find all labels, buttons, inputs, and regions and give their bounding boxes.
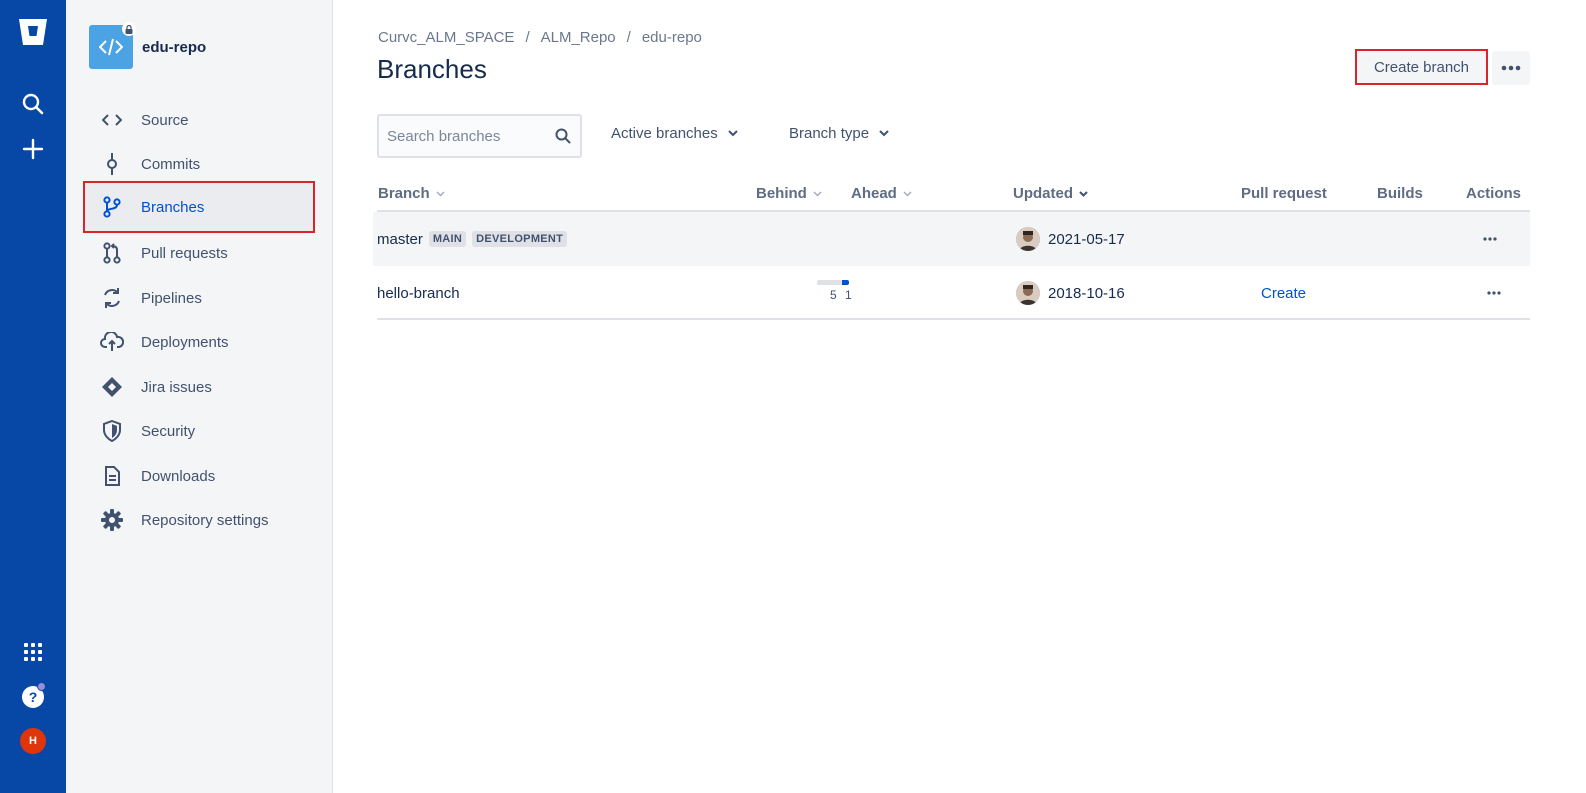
avatar [1016,227,1040,251]
sort-icon [436,190,445,197]
main-content: Curvc_ALM_SPACE / ALM_Repo / edu-repo Br… [333,0,1586,793]
pull-request-icon [100,241,124,265]
branch-name[interactable]: hello-branch [377,285,460,302]
ahead-behind-indicator: 5 1 [817,280,853,304]
sidebar-item-repository-settings[interactable]: Repository settings [83,494,315,546]
sidebar-item-label: Branches [141,198,205,216]
shield-icon [100,419,124,443]
sidebar-item-label: Pull requests [141,244,228,262]
jira-icon [100,375,124,399]
code-icon [100,108,124,132]
column-header-actions: Actions [1466,185,1522,202]
create-pull-request-link[interactable]: Create [1261,266,1306,320]
column-header-pull-request: Pull request [1241,185,1327,202]
search-branches-field [377,114,582,158]
chevron-down-icon [879,130,889,137]
ahead-count: 1 [845,288,852,302]
more-icon [1501,65,1521,71]
updated-cell: 2018-10-16 [1016,266,1125,320]
sort-icon [903,190,912,197]
sidebar-item-label: Repository settings [141,511,269,529]
sidebar-item-label: Security [141,422,196,440]
table-row[interactable]: hello-branch 5 1 2018-10-16 Create [377,266,1530,320]
breadcrumb-workspace[interactable]: Curvc_ALM_SPACE [378,29,514,46]
svg-text:?: ? [29,689,38,705]
sidebar: edu-repo Source Commits Branches Pull re… [66,0,333,793]
sidebar-item-label: Jira issues [141,378,212,396]
help-icon[interactable]: ? [13,677,53,717]
breadcrumb: Curvc_ALM_SPACE / ALM_Repo / edu-repo [378,29,702,46]
notification-dot [37,682,46,691]
sidebar-item-label: Pipelines [141,289,202,307]
branch-cell: hello-branch [377,266,460,320]
breadcrumb-separator: / [626,29,631,46]
app-switcher-icon[interactable] [13,632,53,672]
search-icon[interactable] [13,84,53,124]
bitbucket-logo-icon[interactable] [13,12,53,52]
behind-bar [817,280,845,285]
table-header: Branch Behind Ahead Updated Pull request… [377,174,1530,212]
search-input[interactable] [387,127,547,145]
branch-icon [100,195,124,219]
branch-label: DEVELOPMENT [472,231,568,247]
repo-header[interactable]: edu-repo [89,22,207,69]
sort-icon [813,190,822,197]
column-header-behind[interactable]: Behind [756,185,822,202]
column-header-ahead[interactable]: Ahead [851,185,912,202]
column-header-branch[interactable]: Branch [378,185,445,202]
more-actions-button[interactable] [1492,51,1530,85]
row-actions-button[interactable] [1487,266,1501,320]
create-branch-button[interactable]: Create branch [1355,49,1488,85]
user-avatar[interactable]: H [13,721,53,761]
deployments-icon [100,330,124,354]
row-actions-button[interactable] [1483,212,1497,266]
column-header-updated[interactable]: Updated [1013,185,1088,202]
file-icon [100,464,124,488]
updated-date: 2021-05-17 [1048,230,1125,248]
dropdown-label: Branch type [789,125,870,142]
global-nav: ? H [0,0,66,793]
more-icon [1483,237,1497,241]
branch-type-dropdown[interactable]: Branch type [789,125,889,142]
column-header-builds: Builds [1377,185,1423,202]
sort-icon [1079,190,1088,197]
sidebar-item-label: Downloads [141,467,216,485]
ahead-bar [842,280,849,285]
branch-cell: master MAIN DEVELOPMENT [377,212,568,266]
updated-date: 2018-10-16 [1048,284,1125,302]
avatar [1016,281,1040,305]
branch-name[interactable]: master [377,231,423,248]
repo-name: edu-repo [142,38,207,56]
more-icon [1487,291,1501,295]
repo-avatar [89,22,136,69]
dropdown-label: Active branches [611,125,718,142]
lock-icon [122,22,136,36]
search-icon[interactable] [555,128,571,149]
sidebar-item-label: Source [141,111,189,129]
table-row[interactable]: master MAIN DEVELOPMENT 2021-05-17 [373,212,1530,266]
commit-icon [100,152,124,176]
chevron-down-icon [728,130,738,137]
branches-table: Branch Behind Ahead Updated Pull request… [373,174,1530,320]
breadcrumb-repo[interactable]: edu-repo [642,29,702,46]
breadcrumb-project[interactable]: ALM_Repo [541,29,616,46]
branch-label: MAIN [428,231,467,247]
plus-icon[interactable] [13,129,53,169]
sidebar-item-label: Commits [141,155,201,173]
breadcrumb-separator: / [525,29,530,46]
active-branches-dropdown[interactable]: Active branches [611,125,738,142]
behind-count: 5 [830,288,837,302]
gear-icon [100,508,124,532]
sidebar-item-label: Deployments [141,333,229,351]
updated-cell: 2021-05-17 [1016,212,1125,266]
page-title: Branches [377,54,487,84]
pipelines-icon [100,286,124,310]
sidebar-item-branches[interactable]: Branches [83,181,315,233]
